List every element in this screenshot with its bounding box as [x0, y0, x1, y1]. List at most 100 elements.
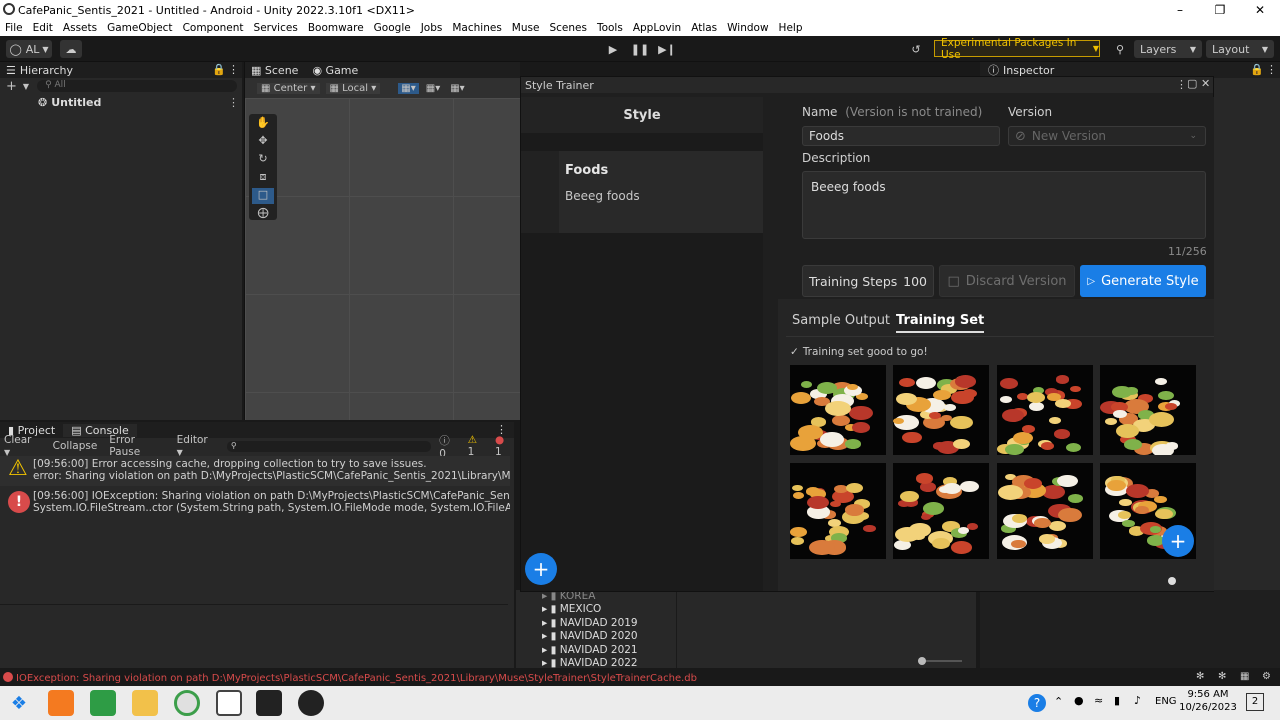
- menu-scenes[interactable]: Scenes: [544, 22, 591, 34]
- discard-version-button[interactable]: □ Discard Version: [939, 265, 1075, 297]
- menu-machines[interactable]: Machines: [447, 22, 506, 34]
- add-icon[interactable]: +: [6, 79, 17, 94]
- tab-scene[interactable]: ▦ Scene: [251, 64, 298, 77]
- list-item[interactable]: ▸ ▮ NAVIDAD 2021: [542, 644, 672, 657]
- file-explorer-icon[interactable]: [132, 690, 158, 716]
- volume-icon[interactable]: ♪: [1134, 694, 1141, 707]
- style-list-item[interactable]: Foods Beeeg foods: [521, 151, 763, 233]
- training-image[interactable]: [997, 463, 1093, 559]
- warning-count-toggle[interactable]: ⚠ 1: [468, 434, 487, 458]
- maximize-icon[interactable]: ▢: [1187, 77, 1197, 90]
- training-image[interactable]: [997, 365, 1093, 455]
- menu-component[interactable]: Component: [178, 22, 249, 34]
- chevron-up-icon[interactable]: ⌃: [1054, 695, 1063, 708]
- tab-training-set[interactable]: Training Set: [896, 313, 985, 333]
- clock[interactable]: 9:56 AM 10/26/2023: [1178, 688, 1238, 714]
- increment-snap-button[interactable]: ▦▾: [447, 83, 467, 94]
- menu-tools[interactable]: Tools: [592, 22, 628, 34]
- training-image[interactable]: [893, 365, 989, 455]
- menu-boomware[interactable]: Boomware: [303, 22, 369, 34]
- scene-root-item[interactable]: ❂ Untitled: [38, 96, 101, 109]
- lock-icon[interactable]: 🔒: [1250, 63, 1264, 76]
- transform-tool-icon[interactable]: ⨁: [252, 206, 274, 222]
- menu-muse[interactable]: Muse: [507, 22, 545, 34]
- list-item[interactable]: ▸ ▮ NAVIDAD 2020: [542, 630, 672, 643]
- cache-icon[interactable]: ▦: [1240, 671, 1249, 682]
- tab-game[interactable]: ◉ Game: [312, 64, 358, 77]
- language-indicator[interactable]: ENG: [1155, 696, 1177, 707]
- search-button[interactable]: ⚲: [1110, 40, 1130, 58]
- list-item[interactable]: ▸ ▮ KOREA: [542, 590, 672, 603]
- wifi-icon[interactable]: ≈: [1094, 694, 1103, 707]
- close-button[interactable]: ✕: [1240, 0, 1280, 20]
- step-button[interactable]: ▶❙: [657, 40, 677, 58]
- rotate-tool-icon[interactable]: ↻: [252, 152, 274, 168]
- rect-tool-icon[interactable]: □: [252, 188, 274, 204]
- account-button[interactable]: ◯ AL ▼: [6, 40, 52, 58]
- hand-tool-icon[interactable]: ✋: [252, 116, 274, 132]
- more-icon[interactable]: ⋮: [1176, 78, 1187, 91]
- layers-dropdown[interactable]: Layers ▼: [1134, 40, 1202, 58]
- more-icon[interactable]: ⋮: [1266, 63, 1277, 76]
- menu-help[interactable]: Help: [774, 22, 808, 34]
- menu-gameobject[interactable]: GameObject: [102, 22, 177, 34]
- lock-icon[interactable]: 🔒: [212, 63, 226, 76]
- windows-start-icon[interactable]: ❖: [6, 690, 32, 716]
- menu-assets[interactable]: Assets: [58, 22, 102, 34]
- add-training-image-button[interactable]: +: [1162, 525, 1194, 557]
- generate-style-button[interactable]: ▷ Generate Style: [1080, 265, 1206, 297]
- close-icon[interactable]: ✕: [1201, 77, 1210, 90]
- excel-icon[interactable]: [90, 690, 116, 716]
- version-dropdown[interactable]: ⊘ New Version ⌄: [1008, 126, 1206, 146]
- menu-applovin[interactable]: AppLovin: [628, 22, 686, 34]
- obs-icon[interactable]: [298, 690, 324, 716]
- menu-google[interactable]: Google: [369, 22, 416, 34]
- menu-window[interactable]: Window: [722, 22, 773, 34]
- unity-editor-icon[interactable]: [256, 690, 282, 716]
- settings-icon[interactable]: ⚙: [1262, 671, 1271, 682]
- zoom-slider-handle[interactable]: [918, 657, 926, 665]
- training-image[interactable]: [893, 463, 989, 559]
- list-item[interactable]: ▸ ▮ NAVIDAD 2019: [542, 617, 672, 630]
- more-icon[interactable]: ⋮: [228, 63, 239, 76]
- add-style-button[interactable]: +: [525, 553, 557, 585]
- more-icon[interactable]: ⋮: [228, 96, 239, 109]
- description-textarea[interactable]: Beeeg foods: [802, 171, 1206, 239]
- list-item[interactable]: ▸ ▮ MEXICO: [542, 603, 672, 616]
- menu-atlas[interactable]: Atlas: [686, 22, 722, 34]
- notifications-button[interactable]: 2: [1246, 693, 1264, 711]
- gallery-size-slider-handle[interactable]: [1168, 577, 1176, 585]
- clear-button[interactable]: Clear ▼: [0, 434, 45, 458]
- collapse-button[interactable]: Collapse: [49, 440, 102, 452]
- bug-icon[interactable]: ✻: [1196, 671, 1204, 682]
- history-button[interactable]: ↺: [906, 40, 926, 58]
- training-image[interactable]: [790, 463, 886, 559]
- play-button[interactable]: ▶: [603, 40, 623, 58]
- style-trainer-titlebar[interactable]: Style Trainer ⋮ ▢ ✕: [521, 77, 1213, 93]
- training-image[interactable]: [790, 365, 886, 455]
- menu-jobs[interactable]: Jobs: [416, 22, 448, 34]
- unity-hub-icon[interactable]: [216, 690, 242, 716]
- minimize-button[interactable]: –: [1160, 0, 1200, 20]
- list-item[interactable]: ▸ ▮ NAVIDAD 2022: [542, 657, 672, 670]
- menu-file[interactable]: File: [0, 22, 28, 34]
- error-pause-button[interactable]: Error Pause: [105, 434, 172, 458]
- hierarchy-tab[interactable]: ☰ Hierarchy 🔒 ⋮: [0, 62, 242, 78]
- progress-icon[interactable]: ✻: [1218, 671, 1226, 682]
- chrome-icon[interactable]: [174, 690, 200, 716]
- hierarchy-search-input[interactable]: ⚲ All: [37, 80, 238, 92]
- error-count-toggle[interactable]: ● 1: [495, 434, 514, 458]
- console-search-input[interactable]: ⚲: [226, 440, 432, 452]
- snap-grid-button[interactable]: ▦▾: [398, 82, 419, 94]
- status-bar[interactable]: IOException: Sharing violation on path D…: [0, 670, 1280, 686]
- pivot-local-dropdown[interactable]: ▦ Local ▾: [325, 82, 381, 94]
- tab-sample-output[interactable]: Sample Output: [792, 313, 890, 328]
- scale-tool-icon[interactable]: ⧈: [252, 170, 274, 186]
- experimental-packages-dropdown[interactable]: Experimental Packages In Use ▼: [934, 37, 1100, 61]
- maximize-button[interactable]: ❐: [1200, 0, 1240, 20]
- cloud-button[interactable]: ☁: [60, 40, 82, 58]
- help-icon[interactable]: ?: [1028, 694, 1046, 712]
- battery-icon[interactable]: ▮: [1114, 694, 1120, 707]
- grid-toggle-button[interactable]: ▦▾: [423, 83, 443, 94]
- training-steps-field[interactable]: Training Steps 100: [802, 265, 934, 297]
